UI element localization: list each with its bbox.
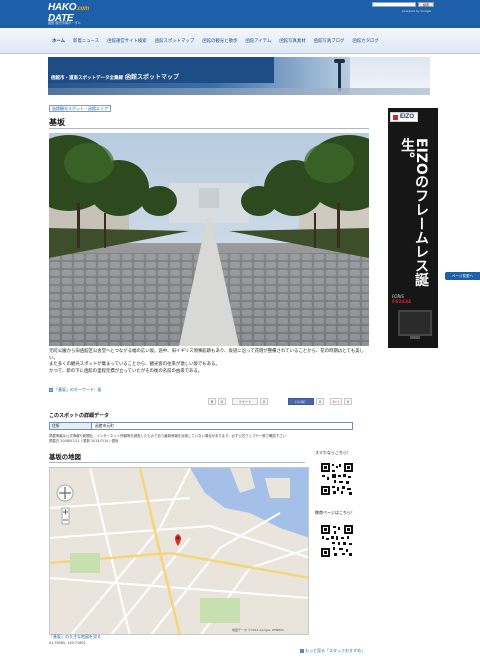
eizo-mark-icon bbox=[393, 115, 398, 120]
map-coordinates: 41.76565, 140.71601 bbox=[49, 641, 86, 645]
gplus-count: 0 bbox=[344, 398, 352, 405]
keyword-row: 「基坂」のキーワード: 坂 bbox=[49, 387, 101, 393]
page-change-tab[interactable]: ページ変更へ bbox=[445, 272, 480, 280]
tweet-button[interactable]: ツイート bbox=[232, 398, 258, 405]
more-recommend-text: もっと見る「スタッフおすすめ」 bbox=[305, 648, 365, 653]
large-map-link[interactable]: 「基坂」の大きな地図を見る bbox=[49, 634, 101, 640]
site-header: HAKO.com DATE 函館 観光情報ポータル 検索 powered by … bbox=[0, 0, 480, 28]
map-divider bbox=[49, 462, 305, 463]
spot-description: 元町公園から旧函館区公会堂へとつながる幅の広い坂。途中、旧イギリス領事館跡もあり… bbox=[49, 349, 369, 375]
like-count: 0 bbox=[316, 398, 324, 405]
eizo-logo: EIZO bbox=[390, 112, 418, 122]
search-input[interactable] bbox=[372, 2, 416, 7]
banner-subtitle: 函館市・道南スポットデータ全集録 bbox=[51, 76, 123, 81]
description-paragraph: また多くの観光スポットが集まっていることから、観光客の往来が激しい坂でもある。 bbox=[49, 362, 220, 368]
motoizaka-slope-image bbox=[49, 133, 369, 346]
global-nav: ホーム 新着ニュース 函館運営サイト検索 函館スポットマップ 函館の観光と散歩 … bbox=[0, 28, 480, 54]
keyword-label: 「基坂」のキーワード: bbox=[54, 387, 96, 392]
banner-title: 函館市・道南スポットデータ全集録 函館スポットマップ bbox=[51, 72, 179, 81]
title-divider bbox=[49, 128, 369, 129]
nav-catalog[interactable]: 函館カタログ bbox=[352, 38, 378, 44]
ad-brand: EIZO bbox=[400, 114, 415, 120]
ad-headline: EIZOのフレームレス誕生。 bbox=[399, 138, 429, 287]
nav-items[interactable]: 函館アイテム bbox=[245, 38, 271, 44]
smartphone-qr-code[interactable] bbox=[320, 462, 354, 496]
hatena-count: 0 bbox=[218, 398, 226, 405]
monitor-icon bbox=[398, 310, 432, 336]
nav-site-search[interactable]: 函館運営サイト検索 bbox=[107, 38, 147, 44]
powered-by: powered by Google bbox=[402, 9, 432, 13]
description-paragraph: かつて、新の下に函館の里程元標が立っていたがその後の名前の由来である。 bbox=[49, 368, 203, 374]
google-map[interactable]: 地図データ ©2014 Google, ZENRIN bbox=[49, 467, 309, 635]
nav-news[interactable]: 新着ニュース bbox=[73, 38, 99, 44]
address-value: 函館市元町 bbox=[95, 423, 114, 428]
map-copyright: 地図データ ©2014 Google, ZENRIN bbox=[232, 628, 284, 632]
hatena-bookmark-button[interactable]: B bbox=[208, 398, 216, 405]
description-paragraph: 元町公園から旧函館区公会堂へとつながる幅の広い坂。途中、旧イギリス領事館跡もあり… bbox=[49, 349, 364, 361]
keyword-link[interactable]: 坂 bbox=[97, 387, 101, 392]
address-label: 住所 bbox=[50, 423, 92, 429]
nav-photo-blog[interactable]: 函館写真ブログ bbox=[314, 38, 345, 44]
banner-cityscape bbox=[48, 88, 430, 95]
banner-main-title: 函館スポットマップ bbox=[125, 74, 180, 81]
nav-photo-material[interactable]: 函館写真素材 bbox=[279, 38, 305, 44]
notice-dates: 掲載日 2008/07/11 / 更新 2014/7/14 / 優良 bbox=[49, 439, 119, 443]
detail-table: 住所 函館市元町 bbox=[49, 422, 353, 430]
ad-series: FORIS bbox=[392, 294, 404, 299]
nav-spot-map[interactable]: 函館スポットマップ bbox=[155, 38, 195, 44]
page-title: 基坂 bbox=[49, 118, 65, 127]
more-recommend-link[interactable]: もっと見る「スタッフおすすめ」 bbox=[300, 648, 365, 654]
logo-main-text: HAKO bbox=[48, 2, 77, 13]
map-heading: 基坂の地図 bbox=[49, 453, 81, 461]
tag-icon bbox=[49, 388, 53, 392]
gplus-button[interactable]: 8+1 bbox=[330, 398, 342, 405]
street-lamp-post bbox=[338, 61, 341, 91]
detail-heading: このスポットの詳細データ bbox=[49, 413, 110, 419]
qr-icon bbox=[320, 524, 354, 558]
spot-photo bbox=[49, 133, 369, 346]
logo-com-text: .com bbox=[76, 6, 90, 12]
mobile-qr-code[interactable] bbox=[320, 524, 354, 558]
logo-tagline: 函館 観光情報ポータル bbox=[48, 21, 81, 25]
data-notice: 掲載情報は公式情報や新聞社、インターネット情報等を調査したものであり最新情報を反… bbox=[49, 434, 369, 444]
mobile-label: 携帯ページはこちら！ bbox=[315, 510, 355, 515]
nav-home[interactable]: ホーム bbox=[52, 38, 65, 44]
facebook-like-button[interactable]: いいね！ bbox=[288, 398, 314, 405]
smartphone-label: スマホならこちら！ bbox=[315, 450, 351, 455]
eizo-advertisement[interactable]: EIZO EIZOのフレームレス誕生。 FORIS FS2434 bbox=[388, 108, 438, 348]
breadcrumb[interactable]: 函館観光スポット・函館エリア bbox=[49, 105, 111, 112]
monitor-stand-icon bbox=[410, 336, 420, 339]
ad-model: FS2434 bbox=[392, 300, 412, 305]
arrow-icon bbox=[300, 649, 304, 653]
qr-icon bbox=[320, 462, 354, 496]
tweet-count: 0 bbox=[260, 398, 268, 405]
nav-sightseeing[interactable]: 函館の観光と散歩 bbox=[202, 38, 237, 44]
search-button[interactable]: 検索 bbox=[418, 2, 434, 7]
map-canvas bbox=[50, 468, 308, 634]
